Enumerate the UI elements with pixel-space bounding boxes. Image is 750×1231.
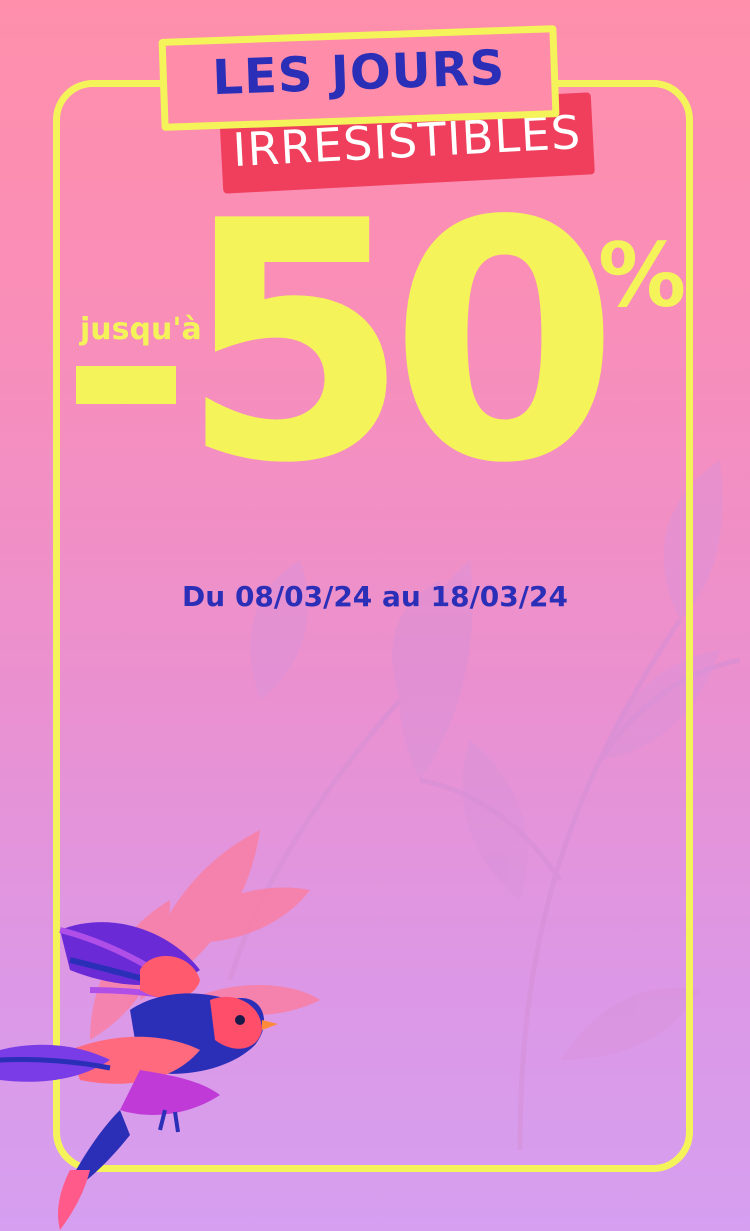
minus-sign: [76, 366, 176, 404]
offer-dates: Du 08/03/24 au 18/03/24: [182, 580, 568, 613]
headline-line-1: LES JOURS: [211, 39, 507, 107]
headline-pink-box: LES JOURS: [158, 25, 560, 131]
discount-value: 50: [180, 151, 619, 535]
percent-sign: %: [598, 224, 687, 327]
promo-banner: IRRÉSISTIBLES LES JOURS jusqu'à 50 % Du …: [0, 0, 750, 1231]
bird-illustration: [0, 922, 278, 1230]
